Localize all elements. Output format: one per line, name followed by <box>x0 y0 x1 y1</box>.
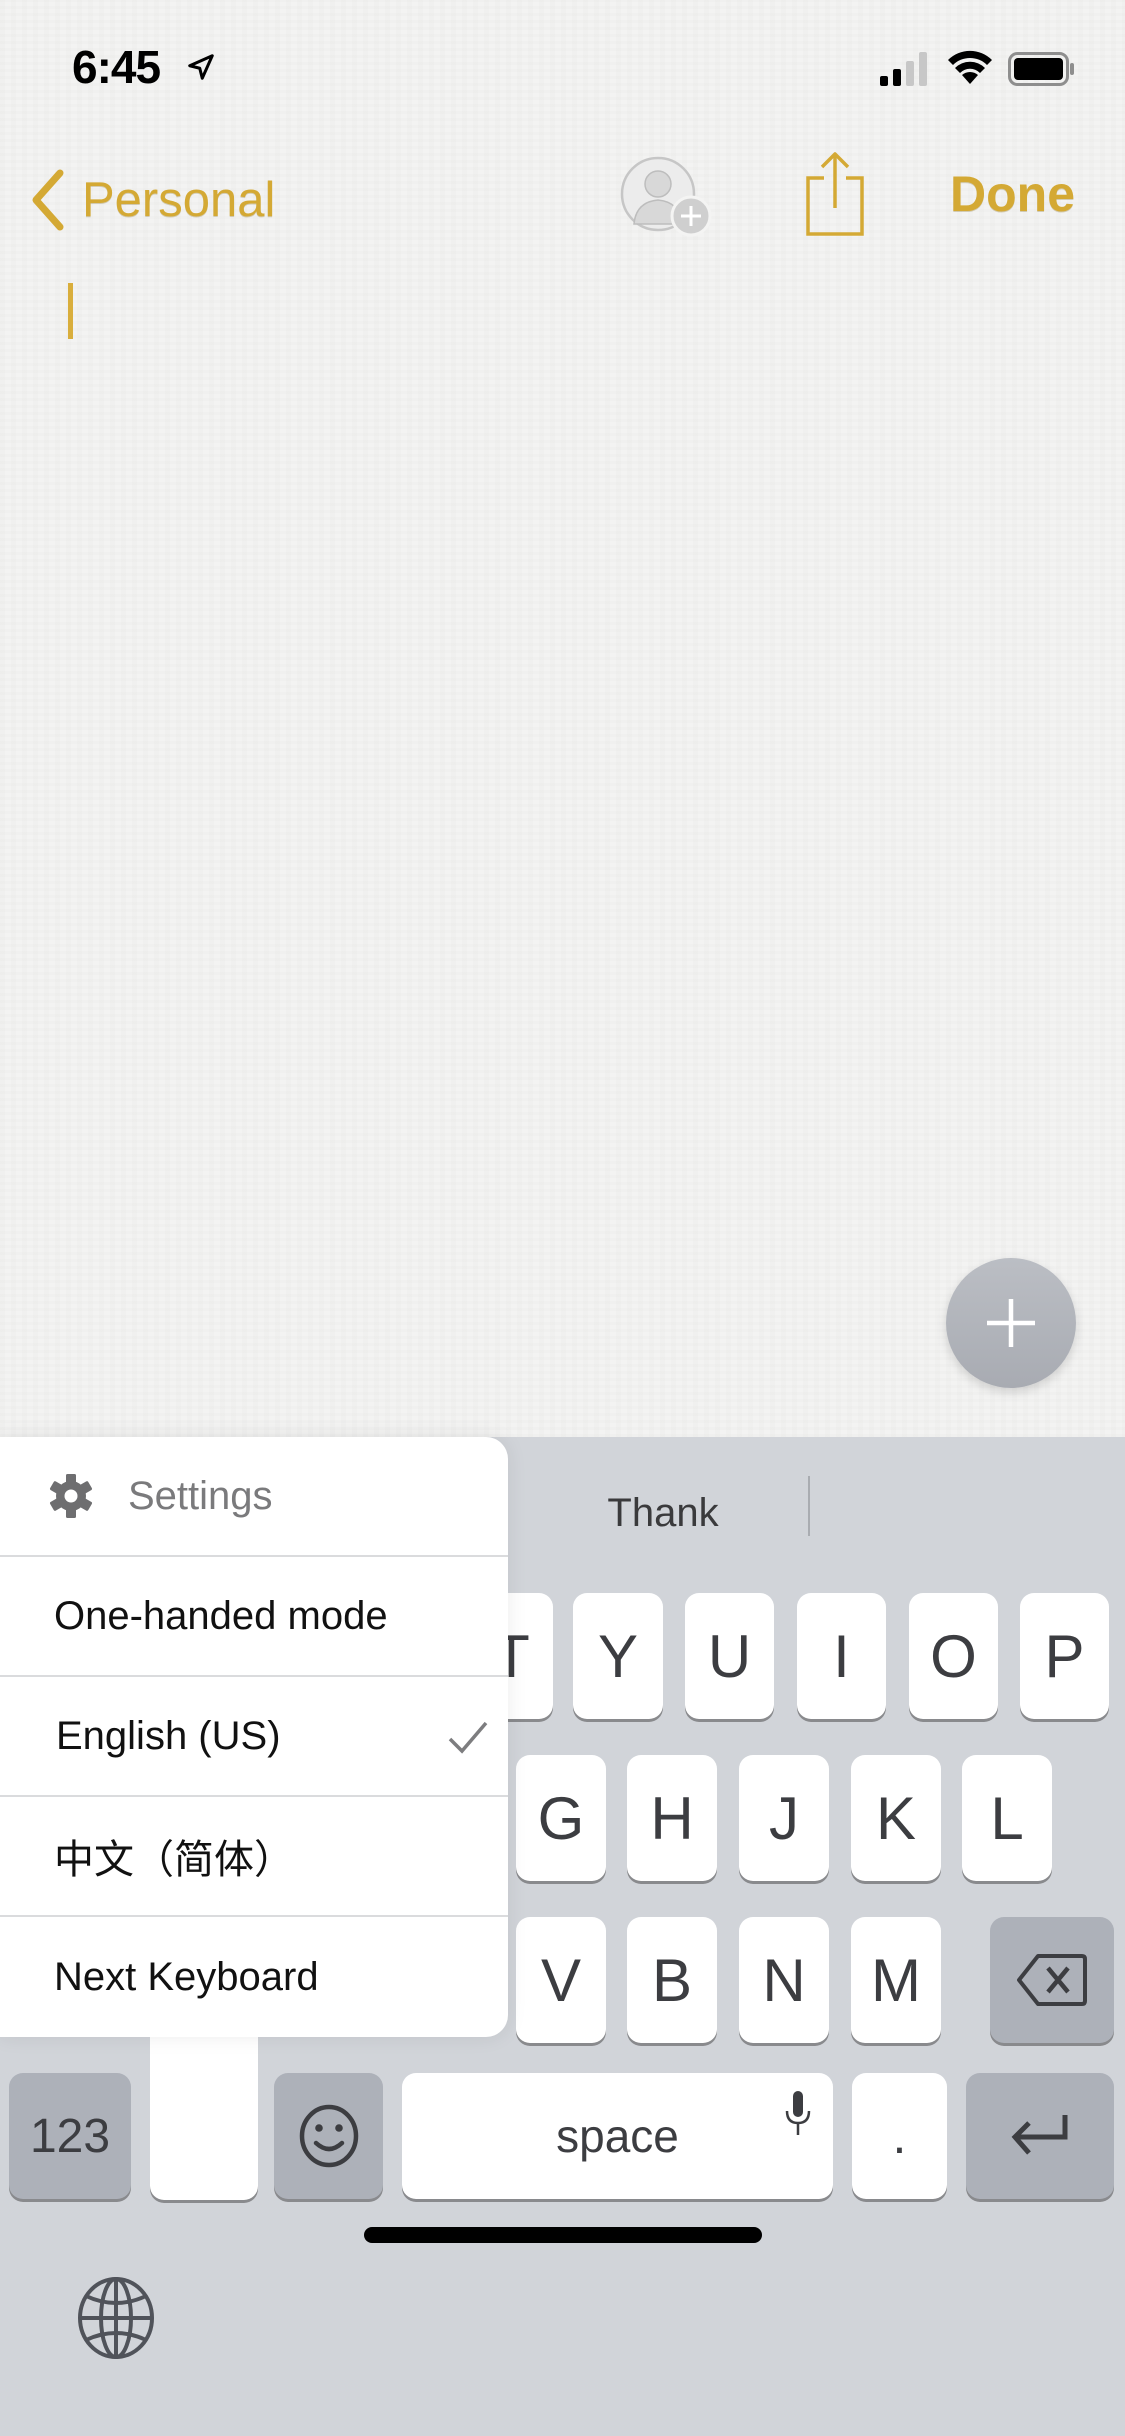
smiley-icon <box>299 2104 358 2168</box>
back-label: Personal <box>82 173 276 227</box>
microphone-icon[interactable] <box>783 2089 813 2137</box>
menu-item-label: English (US) <box>56 1713 281 1758</box>
return-arrow-icon <box>1011 2115 1068 2155</box>
back-button[interactable]: Personal <box>28 160 275 240</box>
key-m[interactable]: M <box>851 1917 941 2043</box>
battery-icon <box>1008 52 1074 86</box>
key-y[interactable]: Y <box>573 1593 663 1719</box>
share-icon[interactable] <box>800 150 870 238</box>
key-u[interactable]: U <box>685 1593 774 1719</box>
key-p[interactable]: P <box>1020 1593 1109 1719</box>
wifi-icon <box>948 50 992 84</box>
menu-item-next-keyboard[interactable]: Next Keyboard <box>0 1917 508 2037</box>
key-o[interactable]: O <box>909 1593 998 1719</box>
menu-item-settings[interactable]: Settings <box>0 1437 508 1557</box>
globe-key-highlight[interactable] <box>150 2030 258 2200</box>
home-indicator[interactable] <box>364 2227 762 2243</box>
key-h[interactable]: H <box>627 1755 717 1881</box>
key-n[interactable]: N <box>739 1917 829 2043</box>
key-v[interactable]: V <box>516 1917 606 2043</box>
cellular-signal-icon <box>880 52 927 86</box>
gear-icon <box>49 1474 93 1518</box>
key-g[interactable]: G <box>516 1755 606 1881</box>
delete-key[interactable] <box>990 1917 1114 2043</box>
text-cursor[interactable] <box>68 283 73 339</box>
menu-item-english-us[interactable]: English (US) <box>0 1677 508 1797</box>
numbers-key[interactable]: 123 <box>9 2073 131 2199</box>
add-attachment-button[interactable] <box>946 1258 1076 1388</box>
globe-icon[interactable] <box>76 2276 156 2360</box>
key-l[interactable]: L <box>962 1755 1052 1881</box>
key-j[interactable]: J <box>739 1755 829 1881</box>
space-key[interactable]: space <box>402 2073 833 2199</box>
key-k[interactable]: K <box>851 1755 941 1881</box>
suggestion-divider <box>808 1476 810 1536</box>
menu-item-label: One-handed mode <box>54 1593 388 1638</box>
return-key[interactable] <box>966 2073 1114 2199</box>
menu-item-chinese-simplified[interactable]: 中文（简体） <box>0 1797 508 1917</box>
settings-label: Settings <box>128 1473 273 1518</box>
menu-item-label: 中文（简体） <box>54 1838 294 1882</box>
keyboard-options-menu: Settings One-handed mode English (US) 中文… <box>0 1437 508 2037</box>
emoji-key[interactable] <box>274 2073 383 2199</box>
suggestion-word[interactable]: Thank <box>520 1478 806 1548</box>
key-b[interactable]: B <box>627 1917 717 2043</box>
status-time: 6:45 <box>72 41 161 93</box>
chevron-left-icon <box>32 169 64 231</box>
menu-item-label: Next Keyboard <box>54 1954 319 1999</box>
menu-item-one-handed-mode[interactable]: One-handed mode <box>0 1557 508 1677</box>
period-key[interactable]: . <box>852 2073 947 2199</box>
plus-icon <box>987 1299 1035 1347</box>
backspace-icon <box>1017 1954 1087 2006</box>
key-i[interactable]: I <box>797 1593 886 1719</box>
add-person-icon[interactable] <box>618 154 718 238</box>
location-arrow-icon <box>188 54 214 80</box>
checkmark-icon <box>448 1721 488 1754</box>
done-button[interactable]: Done <box>950 165 1075 223</box>
space-label: space <box>556 2110 679 2162</box>
